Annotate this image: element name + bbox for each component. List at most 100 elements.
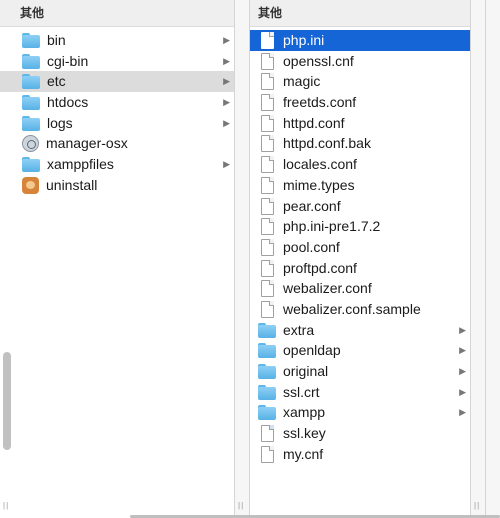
document-icon — [261, 259, 274, 277]
column-resize-handle[interactable]: || — [474, 501, 480, 510]
item-label: my.cnf — [283, 445, 324, 462]
item-label: uninstall — [46, 176, 98, 193]
document-icon — [261, 445, 274, 463]
document-icon — [261, 73, 274, 91]
column-header: 其他 — [250, 0, 470, 27]
document-icon — [261, 52, 274, 70]
folder-icon — [22, 156, 40, 173]
item-label: cgi-bin — [47, 52, 89, 69]
list-item-php-ini[interactable]: php.ini — [250, 30, 470, 51]
folder-icon — [22, 94, 40, 111]
folder-icon — [258, 363, 276, 379]
list-item-webalizer-conf-sample[interactable]: webalizer.conf.sample — [250, 299, 470, 320]
chevron-right-icon: ▶ — [459, 407, 466, 418]
list-item-pool-conf[interactable]: pool.conf — [250, 237, 470, 258]
folder-icon — [22, 53, 40, 69]
document-icon — [261, 114, 274, 132]
column-divider — [470, 0, 471, 518]
item-label: openssl.cnf — [283, 52, 354, 69]
list-item-php-ini-pre[interactable]: php.ini-pre1.7.2 — [250, 216, 470, 237]
item-label: webalizer.conf — [283, 280, 372, 297]
chevron-right-icon: ▶ — [223, 35, 230, 45]
item-label: locales.conf — [283, 156, 357, 173]
column-gutter — [486, 0, 500, 518]
list-item-pear-conf[interactable]: pear.conf — [250, 196, 470, 217]
list-item-ssl-crt[interactable]: ssl.crt ▶ — [250, 382, 470, 403]
chevron-right-icon: ▶ — [459, 324, 466, 335]
item-label: logs — [47, 114, 73, 131]
column-resize-handle[interactable]: || — [238, 501, 244, 510]
chevron-right-icon: ▶ — [223, 55, 230, 66]
chevron-right-icon: ▶ — [223, 117, 230, 128]
list-item-xampp[interactable]: xampp ▶ — [250, 402, 470, 423]
column-divider — [234, 0, 235, 518]
list-item-manager-osx[interactable]: manager-osx — [0, 133, 234, 154]
list-item-freetds-conf[interactable]: freetds.conf — [250, 92, 470, 113]
list-item-xamppfiles[interactable]: xamppfiles ▶ — [0, 154, 234, 175]
item-label: ssl.key — [283, 425, 326, 442]
item-label: extra — [283, 321, 315, 338]
list-item-cgi-bin[interactable]: cgi-bin ▶ — [0, 51, 234, 72]
list-item-etc[interactable]: etc ▶ — [0, 71, 234, 93]
list-item-webalizer-conf[interactable]: webalizer.conf — [250, 278, 470, 299]
item-label: php.ini — [283, 32, 325, 48]
app-icon — [22, 135, 39, 153]
column-resize-handle[interactable]: || — [3, 501, 9, 510]
item-label: webalizer.conf.sample — [283, 300, 421, 317]
file-list: php.ini openssl.cnf magic freetds.conf h… — [250, 30, 470, 464]
item-label: openldap — [283, 342, 341, 359]
list-item-openssl-cnf[interactable]: openssl.cnf — [250, 51, 470, 72]
item-label: manager-osx — [46, 135, 128, 152]
list-item-openldap[interactable]: openldap ▶ — [250, 340, 470, 361]
list-item-mime-types[interactable]: mime.types — [250, 175, 470, 196]
folder-icon — [258, 384, 276, 400]
list-item-extra[interactable]: extra ▶ — [250, 320, 470, 341]
list-item-locales-conf[interactable]: locales.conf — [250, 154, 470, 175]
document-icon — [261, 238, 274, 256]
list-item-logs[interactable]: logs ▶ — [0, 113, 234, 134]
folder-icon — [258, 342, 276, 359]
folder-icon — [22, 32, 40, 48]
vertical-scrollbar-thumb[interactable] — [3, 352, 11, 450]
document-icon — [261, 176, 274, 194]
item-label: bin — [47, 32, 66, 48]
document-icon — [261, 197, 274, 215]
list-item-htdocs[interactable]: htdocs ▶ — [0, 92, 234, 113]
item-label: original — [283, 363, 329, 379]
key-document-icon — [261, 425, 274, 443]
list-item-ssl-key[interactable]: ssl.key — [250, 423, 470, 444]
item-label: mime.types — [283, 176, 355, 193]
browser-column-2: 其他 php.ini openssl.cnf magic freetds.con… — [250, 0, 470, 518]
item-label: xamppfiles — [47, 156, 114, 173]
list-item-proftpd-conf[interactable]: proftpd.conf — [250, 258, 470, 279]
list-item-magic[interactable]: magic — [250, 71, 470, 92]
chevron-right-icon: ▶ — [459, 366, 466, 376]
list-item-httpd-conf-bak[interactable]: httpd.conf.bak — [250, 133, 470, 154]
browser-column-1: 其他 bin ▶ cgi-bin ▶ etc ▶ htdocs ▶ logs ▶… — [0, 0, 234, 518]
item-label: htdocs — [47, 94, 89, 111]
list-item-httpd-conf[interactable]: httpd.conf — [250, 113, 470, 134]
chevron-right-icon: ▶ — [223, 76, 230, 87]
column-gutter — [471, 0, 485, 518]
list-item-my-cnf[interactable]: my.cnf — [250, 444, 470, 465]
document-icon — [261, 300, 274, 318]
chevron-right-icon: ▶ — [459, 345, 466, 356]
chevron-right-icon: ▶ — [459, 386, 466, 397]
uninstall-app-icon — [22, 176, 39, 194]
item-label: httpd.conf.bak — [283, 135, 371, 152]
folder-icon — [22, 115, 40, 131]
document-icon — [261, 32, 274, 49]
folder-icon — [258, 322, 276, 338]
list-item-uninstall[interactable]: uninstall — [0, 175, 234, 196]
folder-icon — [22, 73, 40, 90]
column-header: 其他 — [0, 0, 234, 27]
list-item-bin[interactable]: bin ▶ — [0, 30, 234, 51]
list-item-original[interactable]: original ▶ — [250, 361, 470, 382]
document-icon — [261, 156, 274, 174]
item-label: magic — [283, 73, 321, 90]
item-label: httpd.conf — [283, 114, 345, 131]
item-label: xampp — [283, 404, 326, 421]
chevron-right-icon: ▶ — [223, 159, 230, 170]
column-divider — [249, 0, 250, 518]
chevron-right-icon: ▶ — [223, 97, 230, 108]
